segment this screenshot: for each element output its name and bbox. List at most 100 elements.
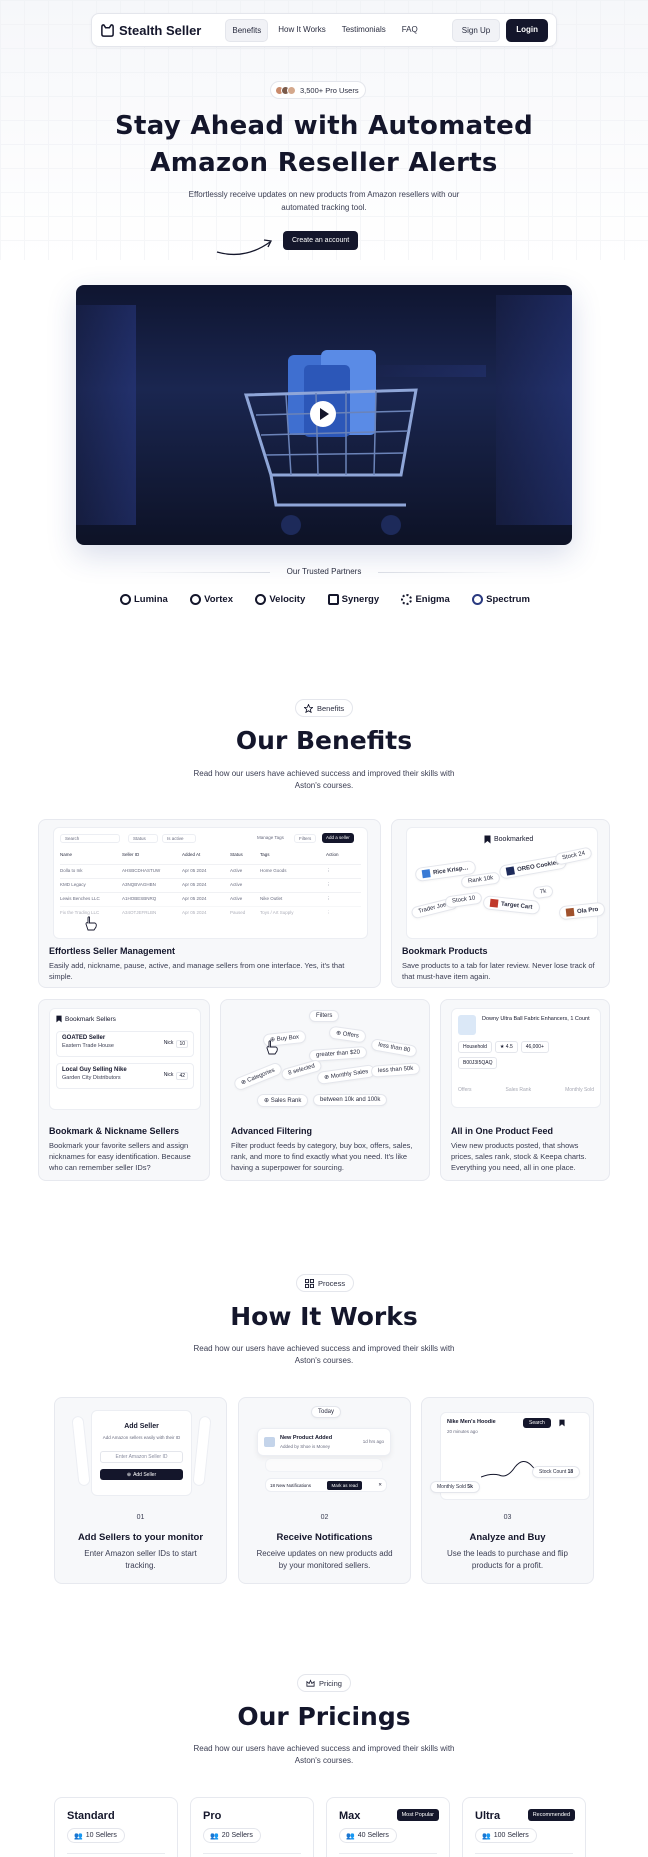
bookmark-sellers-label: Bookmark Sellers bbox=[65, 1015, 116, 1023]
seller-item[interactable]: GOATED Seller Eastern Trade House Nick 10 bbox=[56, 1031, 194, 1057]
partner-velocity: Velocity bbox=[255, 594, 305, 605]
filter-chip-value[interactable]: between 10k and 100k bbox=[313, 1094, 388, 1106]
close-icon[interactable]: ✕ bbox=[378, 1482, 382, 1488]
notification-time: 1d hrs ago bbox=[362, 1439, 384, 1444]
sellers-select[interactable]: 👥 40 Sellers bbox=[339, 1828, 397, 1843]
table-row[interactable]: Lewis Benches LLC A1HOBESBNRQ Apr 05 2024 A… bbox=[60, 892, 361, 906]
plan-card-standard[interactable]: Standard 👥 10 Sellers bbox=[54, 1797, 178, 1857]
product-name: Rice Krisp… bbox=[432, 865, 469, 877]
product-thumb bbox=[505, 866, 515, 876]
sellers-select[interactable]: 👥 10 Sellers bbox=[67, 1828, 125, 1843]
dialog-title: Add Seller bbox=[124, 1423, 159, 1430]
login-button[interactable]: Login bbox=[506, 18, 548, 42]
more-icon[interactable]: ⋮ bbox=[326, 868, 356, 878]
mark-read-button[interactable]: Mark as read bbox=[327, 1480, 362, 1490]
plan-card-ultra[interactable]: Ultra Recommended 👥 100 Sellers bbox=[462, 1797, 586, 1857]
seller-item[interactable]: Local Guy Selling Nike Garden City Distr… bbox=[56, 1063, 194, 1089]
date-chip: Today bbox=[311, 1406, 342, 1418]
more-icon[interactable]: ⋮ bbox=[326, 896, 356, 906]
more-icon[interactable]: ⋮ bbox=[326, 882, 356, 892]
plan-name: Standard bbox=[67, 1810, 115, 1822]
step-card-analyze: Nike Men's Hoodie 20 minutes ago Search … bbox=[421, 1397, 594, 1584]
shopping-cart-illustration bbox=[243, 350, 418, 535]
signup-button[interactable]: Sign Up bbox=[451, 18, 501, 42]
search-button[interactable]: Search bbox=[523, 1418, 551, 1428]
divider bbox=[339, 1853, 437, 1854]
partner-name: Velocity bbox=[269, 594, 306, 605]
manage-tags-button[interactable]: Manage Tags bbox=[254, 834, 287, 843]
shelf-left bbox=[76, 305, 136, 525]
cell bbox=[260, 882, 326, 892]
step-description: Enter Amazon seller IDs to start trackin… bbox=[84, 1549, 197, 1570]
hero-title-line-1: Stay Ahead with Automated bbox=[114, 111, 534, 141]
nav-item-benefits[interactable]: Benefits bbox=[225, 18, 269, 42]
cell: Apr 05 2024 bbox=[182, 896, 207, 901]
auth-buttons: Sign Up Login bbox=[451, 18, 548, 42]
cell: Active bbox=[230, 896, 243, 901]
sellers-select[interactable]: 👥 100 Sellers bbox=[475, 1828, 537, 1843]
filter-chip-sales-rank[interactable]: ⊕ Sales Rank bbox=[257, 1094, 309, 1107]
divider bbox=[475, 1853, 573, 1854]
bag-logo-icon bbox=[101, 23, 114, 37]
filter-chip-value[interactable]: less than 50k bbox=[370, 1062, 421, 1078]
chip-text: less than 50k bbox=[377, 1065, 414, 1075]
filter-chip-monthly-sales[interactable]: ⊕ Monthly Sales bbox=[316, 1064, 377, 1085]
benefit-card-advanced-filtering: Filters ⊕ Buy Box ⊕ Offers greater than … bbox=[220, 999, 430, 1181]
add-seller-button[interactable]: Add a seller bbox=[322, 833, 354, 843]
bookmark-icon[interactable] bbox=[559, 1419, 565, 1427]
nav-item-how-it-works[interactable]: How It Works bbox=[272, 19, 331, 42]
users-badge: 3,500+ Pro Users bbox=[270, 81, 366, 99]
status-filter[interactable]: Status bbox=[128, 834, 158, 843]
bookmark-sellers-mock: Bookmark Sellers GOATED Seller Eastern T… bbox=[49, 1008, 201, 1110]
nav-item-testimonials[interactable]: Testimonials bbox=[336, 19, 392, 42]
product-chip[interactable]: Target Cart bbox=[482, 895, 541, 915]
plan-card-pro[interactable]: Pro 👥 20 Sellers bbox=[190, 1797, 314, 1857]
monthly-sold-chip: Monthly Sold 5k bbox=[430, 1481, 480, 1493]
filters-button[interactable]: Filters bbox=[294, 834, 317, 843]
hero-video[interactable] bbox=[76, 285, 572, 545]
bookmarked-mock: Bookmarked Rice Krisp… Rank 10k OREO Coo… bbox=[406, 827, 606, 939]
table-search-input[interactable]: Search bbox=[60, 834, 120, 843]
filter-chip-value[interactable]: less than 80 bbox=[370, 1038, 419, 1058]
avatar-stack bbox=[275, 85, 296, 95]
table-row[interactable]: Dolla to Ink AHSBCDHASTUW Apr 05 2024 Activ… bbox=[60, 864, 361, 878]
button-label: Add Seller bbox=[133, 1471, 157, 1478]
tag-chip: Stock 10 bbox=[444, 891, 484, 909]
cell: Nike Outlet bbox=[260, 896, 283, 901]
seller-id-input[interactable]: Enter Amazon Seller ID bbox=[100, 1451, 183, 1463]
notification-item-faded bbox=[265, 1458, 383, 1472]
search-placeholder: Search bbox=[65, 836, 80, 841]
hero-title: Stay Ahead with Automated Amazon Reselle… bbox=[0, 108, 648, 182]
play-button[interactable] bbox=[310, 401, 336, 427]
notification-item[interactable]: New Product Added Added by Shoe is Money… bbox=[257, 1428, 391, 1456]
plan-card-max[interactable]: Max Most Popular 👥 40 Sellers bbox=[326, 1797, 450, 1857]
active-filter[interactable]: Is active bbox=[162, 834, 196, 843]
nav-item-faq[interactable]: FAQ bbox=[396, 19, 424, 42]
filter-chip-categories[interactable]: ⊕ Categories bbox=[232, 1061, 284, 1092]
product-name: Target Cart bbox=[500, 901, 533, 911]
add-seller-dialog-button[interactable]: ⊕ Add Seller bbox=[100, 1469, 183, 1480]
product-thumb bbox=[421, 869, 431, 879]
product-feed-mock: Downy Ultra Ball Fabric Enhancers, 1 Cou… bbox=[451, 1008, 601, 1108]
partners-title: Our Trusted Partners bbox=[286, 567, 362, 576]
bookmarked-label: Bookmarked bbox=[494, 836, 534, 843]
partner-name: Spectrum bbox=[486, 594, 530, 605]
logo[interactable]: Stealth Seller bbox=[100, 23, 201, 38]
table-row[interactable]: KMD Legacy A3NQBVAGHBN Apr 05 2024 Active ⋮ bbox=[60, 878, 361, 892]
product-chip[interactable]: Ola Pro bbox=[558, 901, 606, 921]
filter-chip-offers[interactable]: ⊕ Offers bbox=[328, 1025, 367, 1044]
create-account-button[interactable]: Create an account bbox=[283, 231, 359, 250]
tag-text: Stock 10 bbox=[451, 895, 476, 905]
partner-enigma: Enigma bbox=[401, 594, 450, 605]
add-seller-label: Add a seller bbox=[326, 835, 350, 840]
chip-label: Stock Count bbox=[539, 1469, 567, 1475]
nick-label: Nick bbox=[163, 1072, 174, 1078]
table-row[interactable]: Fix the Trading LLC A34OTJEFRLBN Apr 05 20… bbox=[60, 906, 361, 920]
cell: KMD Legacy bbox=[60, 882, 86, 887]
sellers-select[interactable]: 👥 20 Sellers bbox=[203, 1828, 261, 1843]
top-navbar: Stealth Seller Benefits How It Works Tes… bbox=[91, 13, 557, 47]
chip-text: Buy Box bbox=[276, 1034, 300, 1043]
plus-circle-icon: ⊕ bbox=[264, 1098, 271, 1104]
more-icon[interactable]: ⋮ bbox=[326, 910, 356, 920]
seller-count: Nick 10 bbox=[164, 1040, 188, 1048]
